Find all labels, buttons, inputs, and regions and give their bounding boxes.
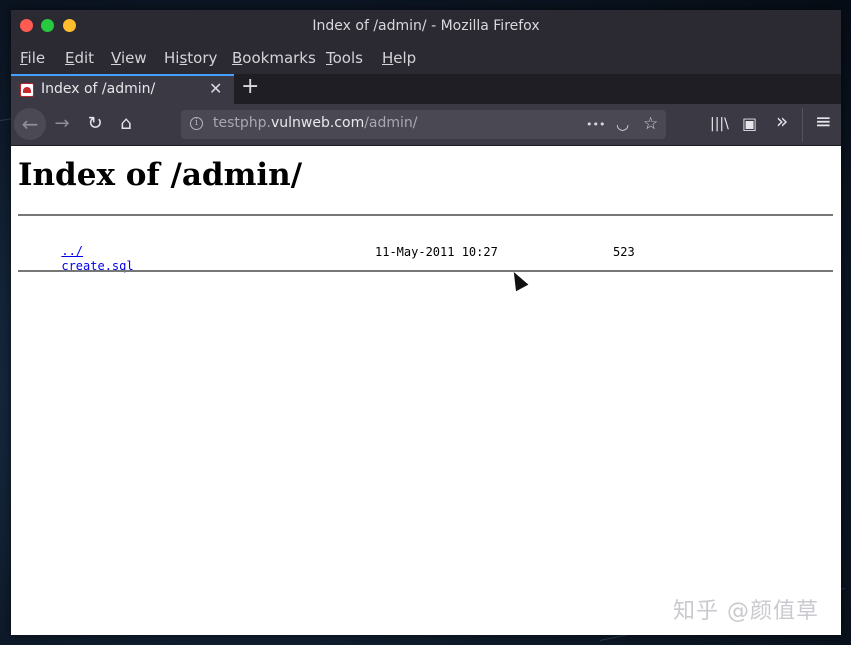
library-icon[interactable]: |||\: [710, 113, 729, 135]
url-bar[interactable]: i testphp.vulnweb.com/admin/ ••• ◡ ☆: [181, 110, 666, 139]
page-content: Index of /admin/ ../ create.sql 11-May-2…: [11, 146, 841, 635]
page-title: Index of /admin/: [18, 157, 303, 193]
menu-help[interactable]: Help: [382, 49, 416, 67]
menu-file[interactable]: File: [20, 49, 45, 67]
divider-bottom: [18, 270, 833, 272]
hamburger-menu-icon[interactable]: ≡: [815, 110, 832, 132]
reload-button[interactable]: ↻: [82, 111, 108, 137]
bookmark-star-icon[interactable]: ☆: [643, 113, 658, 135]
sidebar-icon[interactable]: ▣: [742, 113, 757, 135]
list-item: create.sql: [18, 245, 133, 287]
tab-active[interactable]: Index of /admin/ ✕: [11, 74, 234, 104]
divider-top: [18, 214, 833, 216]
home-button[interactable]: ⌂: [113, 111, 139, 137]
navigation-toolbar: ← → ↻ ⌂ i testphp.vulnweb.com/admin/ •••…: [11, 104, 841, 146]
menu-bookmarks[interactable]: Bookmarks: [232, 49, 316, 67]
new-tab-button[interactable]: +: [241, 75, 259, 99]
overflow-menu-icon[interactable]: »: [776, 110, 788, 132]
pocket-icon[interactable]: ◡: [616, 113, 629, 135]
file-size: 523: [613, 245, 635, 259]
forward-button[interactable]: →: [49, 111, 75, 137]
file-modified-date: 11-May-2011 10:27: [375, 245, 498, 259]
menu-view[interactable]: View: [111, 49, 147, 67]
mouse-cursor-icon: [507, 268, 529, 292]
menu-bar: File Edit View History Bookmarks Tools H…: [11, 42, 841, 74]
browser-window: Index of /admin/ - Mozilla Firefox File …: [11, 10, 841, 635]
tab-close-icon[interactable]: ✕: [209, 79, 222, 98]
watermark-text: 知乎 @颜值草: [673, 599, 819, 624]
title-bar: Index of /admin/ - Mozilla Firefox: [11, 10, 841, 42]
menu-history[interactable]: History: [164, 49, 217, 67]
site-favicon-icon: [20, 83, 34, 97]
toolbar-separator: [802, 108, 803, 142]
page-actions-icon[interactable]: •••: [586, 114, 605, 136]
menu-edit[interactable]: Edit: [65, 49, 94, 67]
menu-tools[interactable]: Tools: [326, 49, 363, 67]
tab-title: Index of /admin/: [41, 81, 156, 97]
site-info-icon[interactable]: i: [190, 117, 203, 130]
tab-bar: Index of /admin/ ✕ +: [11, 74, 841, 104]
url-text[interactable]: testphp.vulnweb.com/admin/: [213, 115, 418, 131]
window-title: Index of /admin/ - Mozilla Firefox: [312, 18, 540, 34]
back-button[interactable]: ←: [14, 108, 46, 140]
